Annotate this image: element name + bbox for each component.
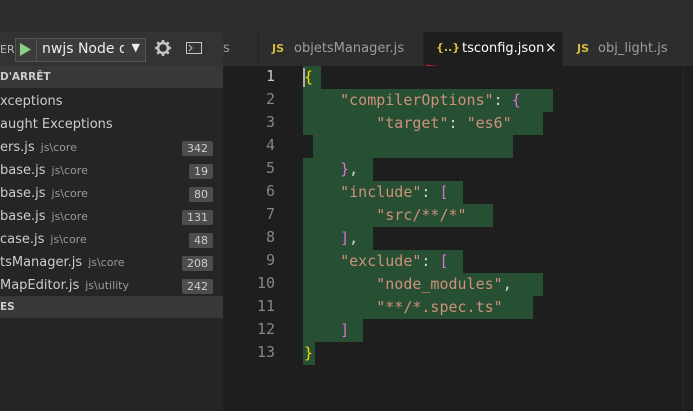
tab-label: tsconfig.json	[462, 41, 545, 56]
code-line-3: "target": "es6"	[376, 114, 512, 132]
line-number: 10	[256, 274, 275, 292]
editor-scrollbar[interactable]	[683, 66, 693, 411]
second-section-header[interactable]: ES	[0, 296, 223, 318]
code-line-2: "compilerOptions": {	[340, 91, 521, 109]
breakpoint-file: MapEditor.js	[0, 278, 80, 293]
breakpoint-path: js\utility	[85, 279, 130, 292]
code-line-8: ],	[340, 229, 359, 247]
breakpoint-path: js\core	[50, 233, 87, 246]
code-line-11: "**/*.spec.ts"	[376, 298, 503, 316]
breakpoint-file: case.js	[0, 232, 45, 247]
line-number-badge: 342	[182, 141, 213, 156]
tab-obj-light[interactable]: JS obj_light.js	[563, 32, 693, 66]
line-number: 1	[265, 67, 275, 85]
line-number: 6	[265, 182, 275, 200]
line-number: 2	[265, 90, 275, 108]
breakpoint-item[interactable]: base.js js\core 19	[0, 160, 223, 183]
line-number-badge: 80	[189, 187, 213, 202]
line-number: 5	[265, 159, 275, 177]
breakpoint-file: base.js	[0, 163, 46, 178]
tab-partial[interactable]: s	[223, 32, 258, 66]
line-number: 9	[265, 251, 275, 269]
code-line-7: "src/**/*"	[376, 206, 467, 224]
line-number-badge: 242	[182, 279, 213, 294]
code-line-1: {	[304, 68, 314, 86]
console-icon[interactable]	[186, 42, 202, 54]
code-line-5: },	[340, 160, 359, 178]
launch-config-value: nwjs Node de	[42, 41, 124, 57]
breakpoint-item[interactable]: base.js js\core 131	[0, 206, 223, 229]
close-icon[interactable]: ×	[545, 40, 557, 56]
breakpoint-path: js\core	[51, 164, 88, 177]
breakpoint-item[interactable]: MapEditor.js js\utility 242	[0, 275, 223, 298]
line-number-gutter: 1 2 3 4 5 6 7 8 9 10 11 12 13	[223, 66, 279, 411]
breakpoint-file: tsManager.js	[0, 255, 83, 270]
breakpoint-item[interactable]: case.js js\core 48	[0, 229, 223, 252]
gear-icon[interactable]	[155, 40, 171, 56]
breakpoint-file: base.js	[0, 209, 46, 224]
line-number-badge: 48	[189, 233, 213, 248]
js-file-icon: JS	[272, 42, 285, 55]
breakpoints-section-header[interactable]: D'ARRÊT	[0, 66, 223, 88]
chevron-down-icon: ▼	[131, 41, 140, 54]
tab-label: obj_light.js	[598, 41, 668, 56]
line-number-badge: 208	[182, 256, 213, 271]
breakpoint-file: ers.js	[0, 140, 35, 155]
title-strip	[0, 0, 693, 32]
breakpoint-path: js\core	[51, 210, 88, 223]
breakpoint-item[interactable]: base.js js\core 80	[0, 183, 223, 206]
code-line-13: }	[304, 344, 314, 362]
tab-tsconfig[interactable]: {..} tsconfig.json ×	[424, 32, 562, 66]
tab-objetsmanager[interactable]: JS objetsManager.js	[259, 32, 423, 66]
code-line-6: "include": [	[340, 183, 449, 201]
line-number: 3	[265, 113, 275, 131]
start-debugging-button[interactable]	[15, 38, 37, 62]
breakpoint-item[interactable]: ers.js js\core 342	[0, 137, 223, 160]
breakpoint-path: js\core	[51, 187, 88, 200]
line-number-badge: 19	[189, 164, 213, 179]
selection-highlight	[313, 135, 513, 158]
line-number: 7	[265, 205, 275, 223]
code-line-9: "exclude": [	[340, 252, 449, 270]
debug-panel-label: ER	[0, 43, 15, 56]
tab-label: s	[223, 41, 230, 56]
line-number: 4	[265, 136, 275, 154]
json-file-icon: {..}	[436, 41, 461, 54]
breakpoint-label: aught Exceptions	[0, 117, 113, 132]
line-number: 8	[265, 228, 275, 246]
breakpoint-path: js\core	[88, 256, 125, 269]
line-number: 12	[256, 320, 275, 338]
line-number: 13	[256, 343, 275, 361]
launch-config-select[interactable]: nwjs Node de ▼	[36, 38, 146, 62]
breakpoint-file: base.js	[0, 186, 46, 201]
breakpoint-item[interactable]: tsManager.js js\core 208	[0, 252, 223, 275]
exception-breakpoint[interactable]: aught Exceptions	[0, 114, 223, 137]
section-title: D'ARRÊT	[0, 71, 51, 83]
breakpoint-path: js\core	[40, 141, 77, 154]
breakpoint-label: xceptions	[0, 94, 63, 109]
play-icon	[20, 43, 31, 56]
code-line-10: "node_modules",	[376, 275, 512, 293]
section-title: ES	[0, 301, 15, 313]
exception-breakpoint[interactable]: xceptions	[0, 91, 223, 114]
code-line-12: ]	[340, 321, 350, 339]
line-number-badge: 131	[182, 210, 213, 225]
js-file-icon: JS	[577, 42, 590, 55]
line-number: 11	[256, 297, 275, 315]
tab-label: objetsManager.js	[294, 41, 404, 56]
